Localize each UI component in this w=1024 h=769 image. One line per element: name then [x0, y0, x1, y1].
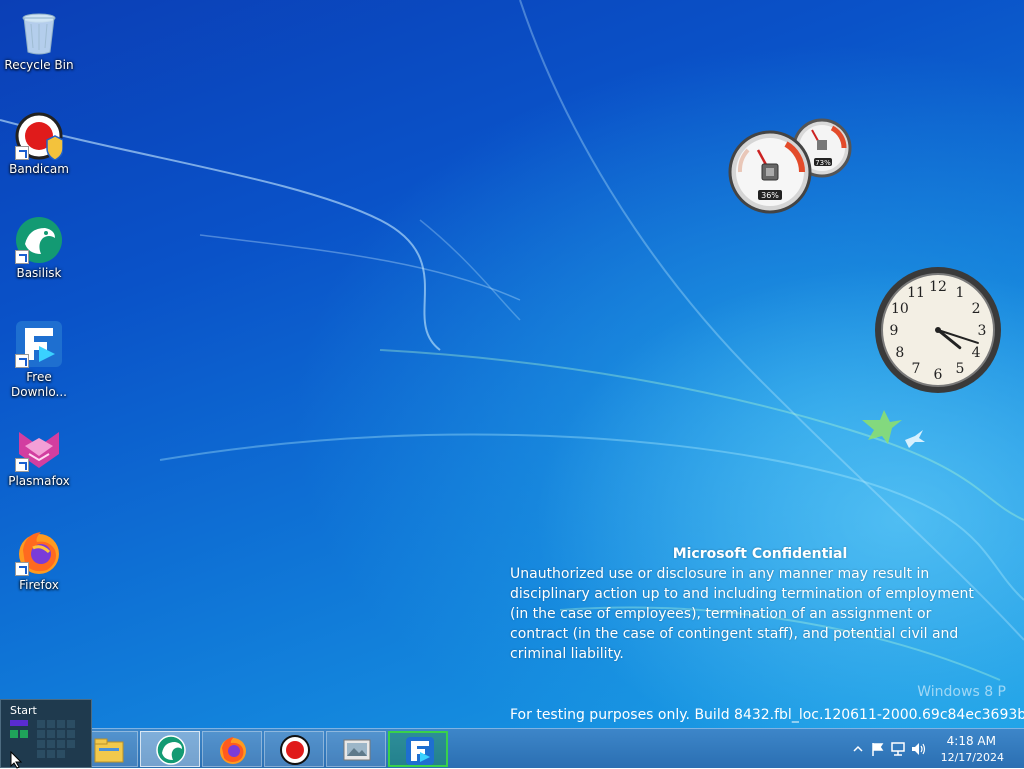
shortcut-arrow-icon: [15, 146, 29, 160]
desktop-background: Recycle Bin Bandicam Basilisk Free Downl…: [0, 0, 1024, 728]
shortcut-arrow-icon: [15, 458, 29, 472]
basilisk-icon: [156, 735, 186, 765]
start-button[interactable]: Start: [0, 699, 92, 769]
bird-icon: [862, 410, 925, 448]
mouse-cursor-icon: [10, 751, 23, 769]
free-download-manager-icon: [406, 737, 434, 765]
free-download-manager-label: Free Downlo...: [11, 370, 67, 399]
cpu-percent-text: 36%: [761, 191, 779, 200]
watermark-title: Microsoft Confidential: [672, 546, 848, 562]
shortcut-arrow-icon: [15, 354, 29, 368]
taskbar-basilisk[interactable]: [140, 731, 200, 767]
clock-numeral: 5: [956, 361, 965, 377]
taskbar-image-viewer[interactable]: [326, 731, 386, 767]
basilisk-label: Basilisk: [16, 266, 62, 280]
watermark-body: Unauthorized use or disclosure in any ma…: [510, 566, 974, 662]
taskbar: 4:18 AM 12/17/2024: [0, 728, 1024, 768]
clock-numeral: 1: [956, 285, 965, 301]
free-download-manager-icon: [15, 320, 63, 368]
basilisk-icon: [15, 216, 63, 264]
windows-brand-watermark: Windows 8 P: [917, 684, 1006, 700]
start-label: Start: [10, 704, 37, 717]
firefox-icon: [220, 737, 246, 764]
file-explorer-icon: [94, 738, 124, 763]
clock-numeral: 2: [972, 301, 981, 317]
clock-numeral: 10: [891, 301, 909, 317]
desktop-icon-plasmafox[interactable]: Plasmafox: [0, 420, 78, 489]
build-watermark: For testing purposes only. Build 8432.fb…: [510, 707, 1024, 723]
desktop-icon-bandicam[interactable]: Bandicam: [0, 108, 78, 177]
network-icon[interactable]: [890, 741, 906, 757]
clock-numeral: 7: [912, 361, 921, 377]
taskbar-date: 12/17/2024: [940, 751, 1004, 764]
taskbar-time: 4:18 AM: [946, 734, 996, 748]
show-hidden-icons-chevron-icon[interactable]: [850, 741, 866, 757]
recycle-bin-icon: [15, 8, 63, 56]
clock-numeral: 4: [972, 345, 981, 361]
recycle-bin-label: Recycle Bin: [4, 58, 74, 72]
desktop-icon-basilisk[interactable]: Basilisk: [0, 212, 78, 281]
firefox-icon: [15, 528, 63, 576]
cpu-meter-gadget[interactable]: 73% 36%: [728, 118, 858, 218]
clock-numeral: 3: [978, 323, 987, 339]
clock-numeral: 6: [934, 367, 943, 383]
memory-percent-text: 73%: [815, 159, 831, 167]
clock-numeral: 9: [890, 323, 899, 339]
clock-numeral: 8: [895, 345, 904, 361]
shortcut-arrow-icon: [15, 250, 29, 264]
action-center-flag-icon[interactable]: [870, 741, 886, 757]
clock-gadget[interactable]: 12 1 2 3 4 5 6 7 8 9 10 11: [872, 264, 1004, 400]
clock-numeral: 11: [907, 285, 925, 301]
taskbar-firefox[interactable]: [202, 731, 262, 767]
bandicam-icon: [15, 112, 64, 161]
confidential-watermark: Microsoft Confidential Unauthorized use …: [510, 544, 990, 664]
bandicam-label: Bandicam: [9, 162, 69, 176]
firefox-label: Firefox: [19, 578, 59, 592]
shortcut-arrow-icon: [15, 562, 29, 576]
analog-clock: 12 12 3 45678 9 1011: [875, 267, 1001, 393]
plasmafox-label: Plasmafox: [8, 474, 70, 488]
plasmafox-icon: [15, 424, 63, 472]
taskbar-free-download-manager[interactable]: [388, 731, 448, 767]
desktop-icon-firefox[interactable]: Firefox: [0, 524, 78, 593]
desktop-icon-free-download-manager[interactable]: Free Downlo...: [0, 316, 78, 400]
taskbar-bandicam[interactable]: [264, 731, 324, 767]
cpu-meter-graphic: 73% 36%: [728, 118, 852, 214]
image-viewer-icon: [343, 739, 371, 761]
volume-icon[interactable]: [910, 741, 926, 757]
clock-numeral: 12: [929, 279, 947, 295]
desktop-icon-recycle-bin[interactable]: Recycle Bin: [0, 4, 78, 73]
system-tray: 4:18 AM 12/17/2024: [834, 729, 1024, 769]
bandicam-icon: [280, 735, 310, 765]
